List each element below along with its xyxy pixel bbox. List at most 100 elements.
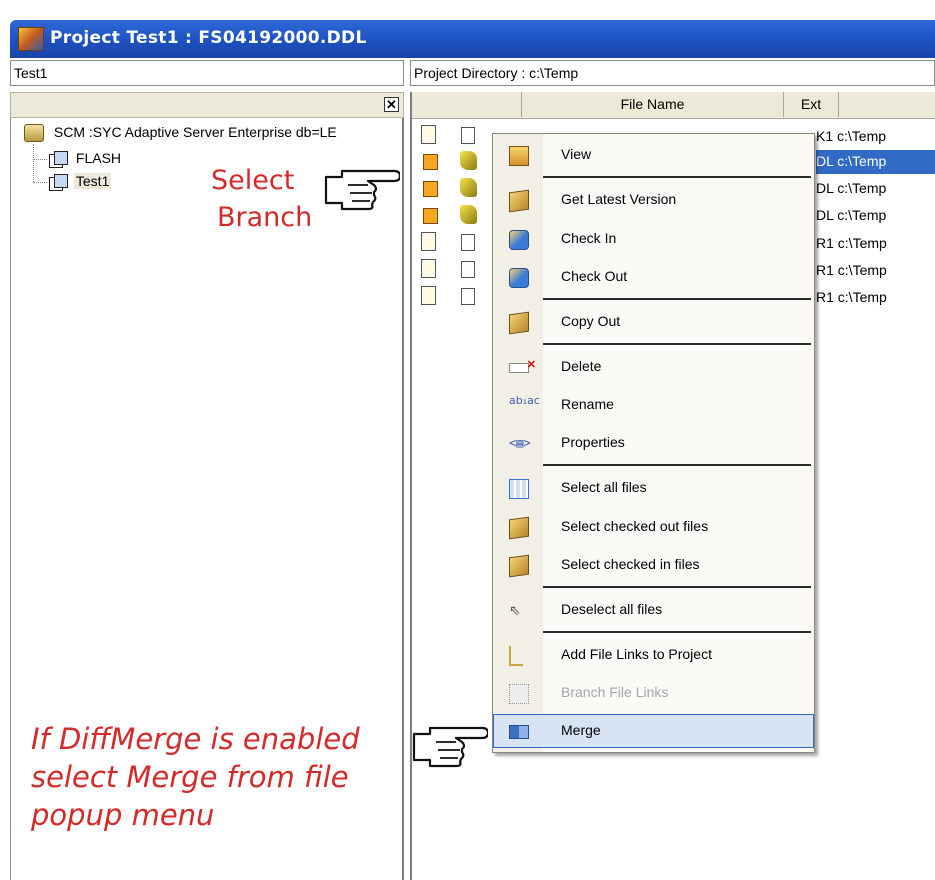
- file-links-icon: [509, 646, 523, 666]
- file-row-path: R1 c:\Temp: [816, 235, 887, 251]
- menu-item-select-checked-out-files[interactable]: Select checked out files: [493, 510, 814, 544]
- annotation-select-branch-line1: Select: [211, 165, 295, 196]
- text-file-icon: [421, 259, 436, 278]
- select-all-icon: [509, 479, 529, 499]
- database-icon: [24, 124, 44, 143]
- rename-icon: ab₁ac: [509, 394, 540, 407]
- delete-icon: [509, 358, 536, 373]
- text-file-icon: [421, 232, 436, 251]
- text-file-icon: [421, 286, 436, 305]
- document-icon: [461, 261, 475, 278]
- pointing-hand-icon: [412, 726, 488, 768]
- tree-connector: [33, 182, 47, 183]
- tree-connector: [33, 144, 34, 182]
- column-header-icons[interactable]: [412, 92, 522, 117]
- menu-item-get-latest-version[interactable]: Get Latest Version: [493, 183, 814, 217]
- cursor-icon: ⇖: [509, 602, 521, 618]
- menu-item-label: Add File Links to Project: [561, 646, 712, 662]
- menu-item-label: Deselect all files: [561, 601, 663, 617]
- menu-item-merge[interactable]: Merge: [493, 714, 814, 748]
- menu-item-label: Get Latest Version: [561, 191, 677, 207]
- get-latest-icon: [509, 189, 529, 213]
- project-icon: [49, 173, 68, 191]
- menu-separator: [543, 176, 811, 178]
- checked-out-file-icon: [423, 154, 438, 170]
- menu-item-deselect-all-files[interactable]: ⇖ Deselect all files: [493, 593, 814, 627]
- project-name-field[interactable]: Test1: [10, 60, 404, 86]
- menu-separator: [543, 298, 811, 300]
- title-bar[interactable]: Project Test1 : FS04192000.DDL: [0, 0, 935, 58]
- menu-item-select-all-files[interactable]: Select all files: [493, 471, 814, 505]
- annotation-select-branch-line2: Branch: [217, 202, 313, 233]
- wand-icon: [460, 205, 477, 224]
- annotation-diffmerge-line2: select Merge from file: [31, 760, 349, 794]
- column-header-file-name[interactable]: File Name: [522, 92, 784, 117]
- file-row-path: DL c:\Temp: [816, 180, 887, 196]
- document-icon: [461, 127, 475, 144]
- menu-item-select-checked-in-files[interactable]: Select checked in files: [493, 548, 814, 582]
- menu-item-label: Copy Out: [561, 313, 621, 329]
- check-in-icon: [509, 230, 529, 250]
- file-row-path: R1 c:\Temp: [816, 262, 887, 278]
- menu-item-label: Select checked in files: [561, 556, 700, 572]
- wand-icon: [460, 178, 477, 197]
- project-directory-field[interactable]: Project Directory : c:\Temp: [410, 60, 935, 86]
- select-checked-out-icon: [509, 516, 529, 540]
- view-icon: [509, 146, 529, 166]
- properties-icon: <▤>: [509, 436, 531, 450]
- menu-separator: [543, 586, 811, 588]
- tree-connector: [33, 159, 47, 160]
- menu-item-label: Check Out: [561, 268, 628, 284]
- tree-node-root[interactable]: SCM :SYC Adaptive Server Enterprise db=L…: [24, 124, 337, 143]
- tree-node-root-label: SCM :SYC Adaptive Server Enterprise db=L…: [53, 124, 337, 140]
- menu-item-label: Check In: [561, 230, 617, 246]
- branch-icon: [509, 684, 529, 704]
- menu-separator: [543, 343, 811, 345]
- tree-node-label: FLASH: [75, 150, 122, 166]
- menu-item-label: Rename: [561, 396, 614, 412]
- checked-out-file-icon: [423, 181, 438, 197]
- checked-out-file-icon: [423, 208, 438, 224]
- menu-item-label: View: [561, 146, 592, 162]
- merge-icon: [509, 725, 529, 739]
- wand-icon: [460, 151, 477, 170]
- menu-item-label: Branch File Links: [561, 684, 669, 700]
- select-checked-in-icon: [509, 554, 529, 578]
- document-icon: [461, 288, 475, 305]
- file-row-path: K1 c:\Temp: [816, 128, 887, 144]
- pointing-hand-icon: [324, 169, 400, 211]
- file-row-path: DL c:\Temp: [816, 207, 887, 223]
- menu-item-delete[interactable]: Delete: [493, 350, 814, 384]
- tree-pane-header: ✕: [10, 92, 404, 118]
- annotation-diffmerge-line1: If DiffMerge is enabled: [31, 722, 360, 756]
- menu-separator: [543, 631, 811, 633]
- copy-out-icon: [509, 311, 529, 335]
- menu-item-check-in[interactable]: Check In: [493, 222, 814, 256]
- check-out-icon: [509, 268, 529, 288]
- menu-item-properties[interactable]: <▤> Properties: [493, 426, 814, 460]
- column-header-path[interactable]: [839, 92, 935, 117]
- file-row-path: R1 c:\Temp: [816, 289, 887, 305]
- file-context-menu[interactable]: View Get Latest Version Check In Check O…: [492, 133, 815, 753]
- tree-node-test1[interactable]: Test1: [49, 173, 112, 191]
- file-list-header: File Name Ext: [412, 92, 935, 119]
- text-file-icon: [421, 125, 436, 144]
- menu-item-copy-out[interactable]: Copy Out: [493, 305, 814, 339]
- document-icon: [461, 234, 475, 251]
- file-row-path: DL c:\Temp: [816, 153, 887, 169]
- tree-node-flash[interactable]: FLASH: [49, 150, 121, 168]
- project-icon: [49, 150, 68, 168]
- menu-item-label: Select all files: [561, 479, 647, 495]
- app-icon: [18, 27, 44, 51]
- window-title: Project Test1 : FS04192000.DDL: [50, 28, 367, 48]
- menu-item-label: Select checked out files: [561, 518, 709, 534]
- menu-item-check-out[interactable]: Check Out: [493, 260, 814, 294]
- menu-separator: [543, 464, 811, 466]
- menu-item-label: Merge: [561, 722, 601, 738]
- menu-item-add-file-links[interactable]: Add File Links to Project: [493, 638, 814, 672]
- close-pane-icon[interactable]: ✕: [384, 97, 399, 112]
- column-header-ext[interactable]: Ext: [784, 92, 839, 117]
- menu-item-rename[interactable]: ab₁ac Rename: [493, 388, 814, 422]
- annotation-diffmerge-line3: popup menu: [31, 798, 215, 832]
- menu-item-view[interactable]: View: [493, 138, 814, 172]
